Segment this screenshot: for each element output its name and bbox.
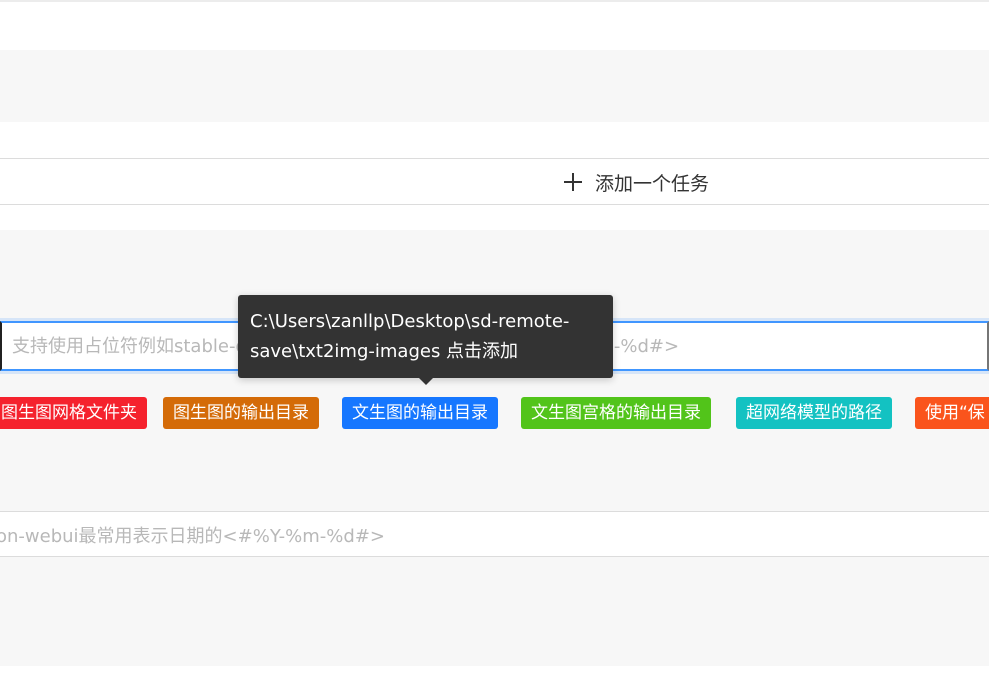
tag-img2img-output[interactable]: 图生图的输出目录 — [163, 397, 319, 429]
tag-txt2img-grid[interactable]: 文生图宫格的输出目录 — [521, 397, 711, 429]
second-path-input[interactable]: on-webui最常用表示日期的<#%Y-%m-%d#> — [0, 511, 989, 557]
empty-panel — [0, 50, 989, 122]
add-task-button[interactable]: 添加一个任务 — [562, 170, 710, 195]
plus-icon — [562, 171, 584, 193]
tag-txt2img-output[interactable]: 文生图的输出目录 — [342, 397, 498, 429]
tag-use-save[interactable]: 使用“保 — [915, 397, 989, 429]
tag-img2img-grid[interactable]: 图生图网格文件夹 — [0, 397, 147, 429]
second-path-placeholder: on-webui最常用表示日期的<#%Y-%m-%d#> — [0, 526, 385, 547]
path-tooltip: C:\Users\zanllp\Desktop\sd-remote-save\t… — [238, 295, 613, 385]
add-task-row: 添加一个任务 — [0, 158, 989, 205]
add-task-label: 添加一个任务 — [595, 172, 710, 195]
tag-hypernetwork-path[interactable]: 超网络模型的路径 — [736, 397, 892, 429]
path-shortcut-tags: 图生图网格文件夹 图生图的输出目录 文生图的输出目录 文生图宫格的输出目录 超网… — [0, 397, 989, 429]
top-divider — [0, 0, 989, 2]
